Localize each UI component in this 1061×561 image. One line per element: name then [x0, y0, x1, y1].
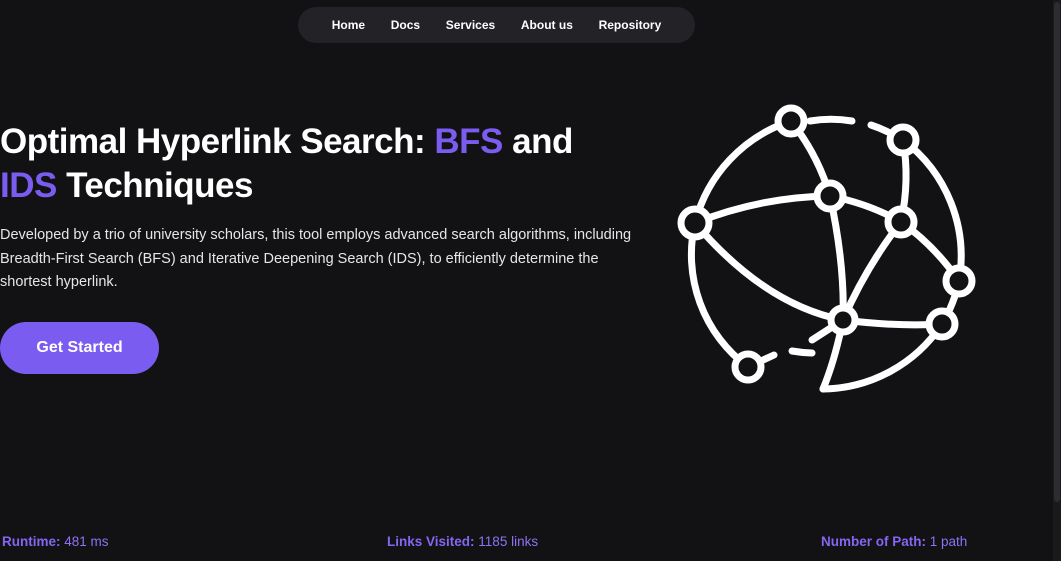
nav-repository-link[interactable]: Repository	[599, 18, 662, 32]
hero-title-part: Optimal Hyperlink Search:	[0, 122, 435, 161]
hero-title-highlight-ids: IDS	[0, 166, 57, 205]
hero-title-part: Techniques	[56, 166, 253, 205]
top-nav: Home Docs Services About us Repository	[298, 7, 695, 43]
number-of-path-stat: Number of Path: 1 path	[821, 534, 967, 549]
runtime-value: 481 ms	[64, 534, 109, 549]
number-of-path-value: 1 path	[929, 534, 968, 549]
nav-services-link[interactable]: Services	[446, 18, 495, 32]
hero-title: Optimal Hyperlink Search: BFS and IDS Te…	[0, 120, 660, 208]
links-visited-stat: Links Visited: 1185 links	[387, 534, 538, 549]
get-started-button[interactable]: Get Started	[0, 322, 159, 374]
scrollbar-track[interactable]	[1053, 0, 1061, 561]
hero-title-part: and	[502, 122, 573, 161]
hero-description: Developed by a trio of university schola…	[0, 227, 632, 290]
scrollbar-thumb[interactable]	[1054, 2, 1060, 502]
links-visited-label: Links Visited:	[387, 534, 475, 549]
network-globe-icon	[677, 104, 976, 393]
number-of-path-label: Number of Path:	[821, 534, 927, 549]
nav-home-link[interactable]: Home	[332, 18, 365, 32]
nav-about-link[interactable]: About us	[521, 18, 573, 32]
links-visited-value: 1185 links	[478, 534, 539, 549]
page: Home Docs Services About us Repository O…	[0, 0, 1061, 561]
nav-docs-link[interactable]: Docs	[391, 18, 420, 32]
runtime-stat: Runtime: 481 ms	[2, 534, 109, 549]
hero-title-highlight-bfs: BFS	[434, 122, 503, 161]
runtime-label: Runtime:	[2, 534, 61, 549]
